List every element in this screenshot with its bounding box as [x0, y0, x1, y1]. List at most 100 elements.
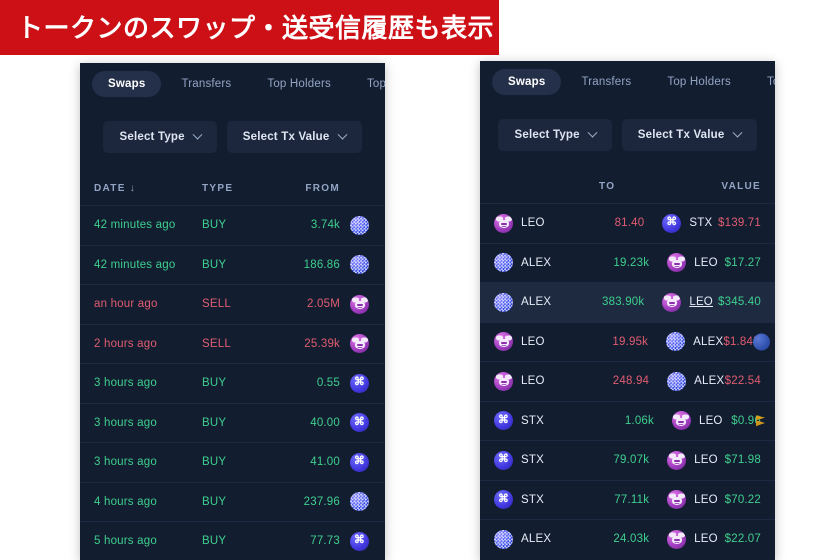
cell-to-token[interactable]: LEO — [644, 292, 718, 312]
stx-glyph: ⌘ — [497, 453, 510, 466]
stx-token-icon: ⌘ — [350, 452, 369, 472]
table-row[interactable]: LEO 248.94 ALEX $22.54 — [480, 361, 775, 401]
stx-token-icon: ⌘ — [350, 531, 369, 551]
cell-to-token[interactable]: LEO — [654, 411, 731, 431]
filter-select-tx-value[interactable]: Select Tx Value — [226, 121, 362, 153]
cell-from-amount: 41.00 — [310, 456, 340, 469]
alex-token-icon — [350, 255, 369, 275]
column-header-type[interactable]: TYPE — [202, 183, 274, 194]
cell-type: BUY — [202, 258, 227, 271]
to-token-label: ALEX — [693, 335, 724, 348]
chevron-down-icon — [732, 127, 742, 138]
table-row[interactable]: 42 minutes ago BUY 3.74k — [80, 205, 385, 245]
alex-token-icon — [666, 332, 686, 352]
tab-top-holders[interactable]: Top Holders — [251, 71, 347, 97]
from-token-label: STX — [521, 493, 544, 506]
tab-transfers[interactable]: Transfers — [565, 69, 647, 95]
cell-value: $22.54 — [725, 375, 761, 387]
table-row[interactable]: 2 hours ago SELL 25.39k — [80, 323, 385, 364]
filter-bar-left: Select Type Select Tx Value — [80, 105, 385, 171]
from-token-label: LEO — [521, 217, 545, 230]
filter-label: Select Tx Value — [637, 129, 725, 141]
tab-top-tr[interactable]: Top Tr — [751, 69, 775, 95]
cell-type: BUY — [202, 456, 227, 469]
chevron-down-icon — [192, 129, 203, 140]
filter-select-type[interactable]: Select Type — [103, 121, 217, 153]
tab-swaps[interactable]: Swaps — [492, 69, 562, 95]
cell-to-token[interactable]: LEO — [649, 490, 724, 510]
table-row[interactable]: an hour ago SELL 2.05M — [80, 284, 385, 324]
to-token-label: STX — [689, 217, 713, 230]
stx-token-icon: ⌘ — [350, 413, 369, 433]
cell-value: $22.07 — [725, 533, 761, 545]
tab-transfers[interactable]: Transfers — [165, 71, 247, 97]
table-row[interactable]: 4 hours ago BUY 237.96 — [80, 481, 385, 522]
tab-top-tr[interactable]: Top Tr — [351, 71, 385, 97]
table-body-right: LEO 81.40 ⌘ STX $139.71 ALEX 19.23k LEO $17.27 AL… — [480, 203, 775, 559]
table-row[interactable]: 5 hours ago BUY 77.73 ⌘ — [80, 521, 385, 560]
cell-from-token[interactable]: ALEX — [494, 292, 566, 312]
table-row[interactable]: ⌘ STX 79.07k LEO $71.98 — [480, 440, 775, 480]
stx-token-icon: ⌘ — [494, 450, 513, 470]
cell-to-token[interactable]: LEO — [649, 253, 724, 273]
stx-glyph: ⌘ — [353, 376, 366, 389]
cell-type: BUY — [202, 535, 227, 548]
clipped-edge-icon — [753, 333, 770, 351]
tab-swaps[interactable]: Swaps — [92, 71, 162, 97]
cell-from-token[interactable]: ⌘ STX — [494, 411, 571, 431]
cell-from-token[interactable]: LEO — [494, 371, 569, 391]
chevron-down-icon — [337, 129, 347, 140]
column-header-to[interactable]: TO — [568, 181, 647, 192]
cell-from-token[interactable]: ALEX — [494, 529, 569, 549]
cell-value: $71.98 — [725, 454, 761, 466]
cell-to-token[interactable]: ALEX — [648, 332, 724, 352]
column-header-from[interactable]: FROM — [274, 183, 340, 194]
leo-token-icon — [667, 490, 687, 510]
stx-token-icon: ⌘ — [662, 213, 682, 233]
cell-from-token[interactable]: LEO — [494, 213, 566, 233]
cell-amount: 19.23k — [613, 256, 650, 269]
column-header-date[interactable]: DATE ↓ — [94, 183, 202, 194]
alex-token-icon — [667, 371, 687, 391]
from-token-label: ALEX — [521, 296, 552, 309]
cell-to-token[interactable]: ⌘ STX — [644, 213, 718, 233]
table-row[interactable]: 42 minutes ago BUY 186.86 — [80, 244, 385, 285]
cell-token-icon: ⌘ — [340, 373, 371, 393]
cell-from-token[interactable]: ⌘ STX — [494, 450, 569, 470]
leo-token-icon — [494, 371, 513, 391]
cell-value: $70.22 — [725, 494, 761, 506]
table-row[interactable]: 3 hours ago BUY 40.00 ⌘ — [80, 402, 385, 443]
cell-from-token[interactable]: ⌘ STX — [494, 490, 569, 510]
table-row[interactable]: ALEX 24.03k LEO $22.07 — [480, 519, 775, 559]
stx-token-icon: ⌘ — [494, 490, 513, 510]
value-text: $71.98 — [724, 454, 761, 467]
table-row[interactable]: 3 hours ago BUY 0.55 ⌘ — [80, 363, 385, 403]
table-row[interactable]: 3 hours ago BUY 41.00 ⌘ — [80, 442, 385, 482]
from-token-label: LEO — [521, 335, 545, 348]
cell-from-amount: 0.55 — [316, 377, 340, 390]
table-row[interactable]: ALEX 19.23k LEO $17.27 — [480, 242, 775, 283]
table-row[interactable]: ⌘ STX 77.11k LEO $70.22 — [480, 479, 775, 520]
cell-to-token[interactable]: ALEX — [649, 371, 724, 391]
filter-select-tx-value[interactable]: Select Tx Value — [621, 119, 757, 151]
table-row[interactable]: ⌘ STX 1.06k LEO $0.96 — [480, 400, 775, 441]
filter-select-type[interactable]: Select Type — [498, 119, 612, 151]
to-token-label: LEO — [694, 256, 718, 269]
from-token-label: STX — [521, 414, 544, 427]
cell-from-token[interactable]: LEO — [494, 332, 568, 352]
cell-token-icon: ⌘ — [340, 452, 371, 472]
cell-to-token[interactable]: LEO — [649, 450, 724, 470]
cell-to-token[interactable]: LEO — [649, 529, 724, 549]
cell-from-token[interactable]: ALEX — [494, 253, 569, 273]
table-row[interactable]: LEO 19.95k ALEX $1.84K — [480, 321, 775, 362]
table-header-right: TO VALUE — [480, 169, 775, 203]
table-row[interactable]: LEO 81.40 ⌘ STX $139.71 — [480, 203, 775, 243]
cell-date: 4 hours ago — [94, 495, 157, 508]
banner-text: トークンのスワップ・送受信履歴も表示 — [17, 12, 495, 43]
tab-top-holders[interactable]: Top Holders — [651, 69, 747, 95]
table-row[interactable]: ALEX 383.90k LEO $345.40 — [480, 282, 775, 322]
leo-token-icon — [350, 294, 369, 314]
table-header-left: DATE ↓ TYPE FROM — [80, 171, 385, 205]
alex-token-icon — [494, 253, 513, 273]
column-header-value[interactable]: VALUE — [721, 181, 761, 192]
